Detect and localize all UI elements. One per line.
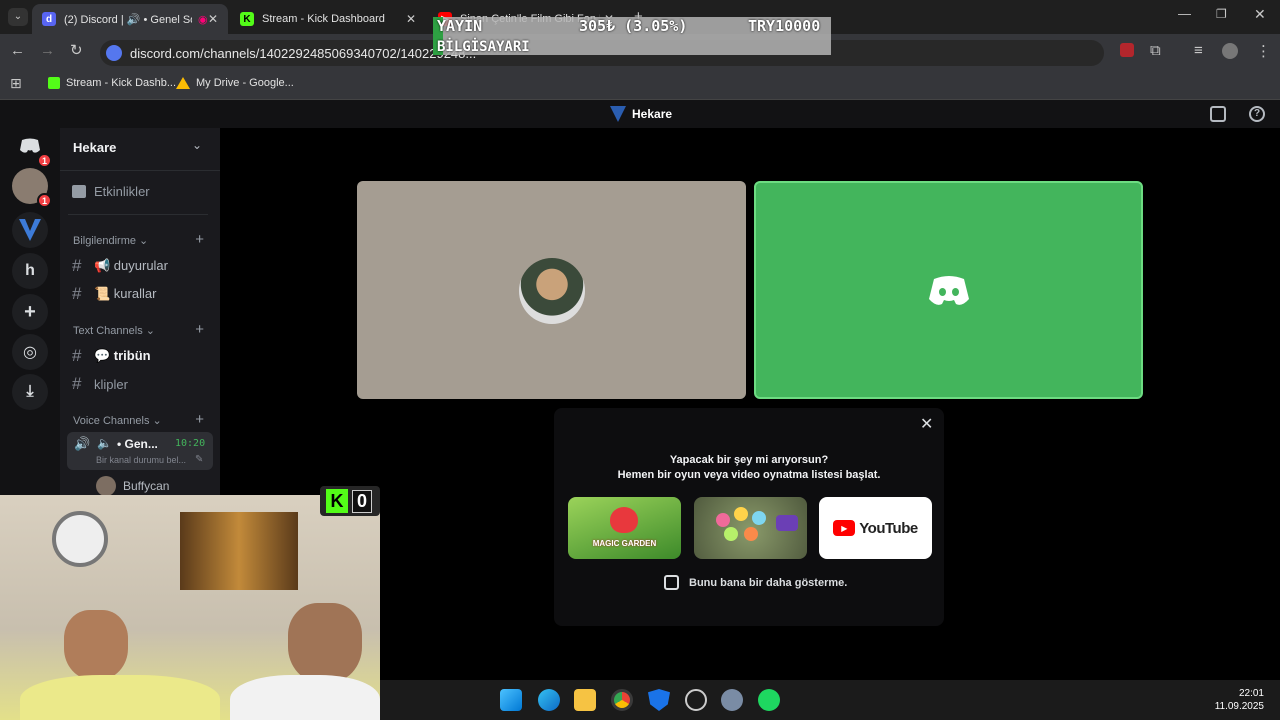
person-right bbox=[288, 603, 362, 683]
clock: 22:01 11.09.2025 bbox=[1214, 688, 1264, 712]
forward-icon[interactable]: → bbox=[40, 42, 55, 59]
edit-pencil-icon[interactable]: ✎ bbox=[195, 454, 203, 465]
hash-icon: # bbox=[72, 346, 82, 365]
channel-tribun[interactable]: # 💬 tribün bbox=[72, 346, 151, 366]
reload-icon[interactable]: ↻ bbox=[70, 41, 83, 59]
inbox-icon[interactable] bbox=[1210, 106, 1226, 122]
site-info-icon[interactable] bbox=[106, 45, 122, 61]
server-logo-icon bbox=[610, 106, 626, 122]
tab-search-button[interactable]: ⌄ bbox=[8, 8, 28, 26]
category-text[interactable]: Text Channels ⌄ bbox=[73, 324, 155, 337]
person-left-shirt bbox=[20, 675, 220, 720]
edge-icon[interactable] bbox=[538, 689, 560, 711]
bookmarks-bar: ⊞ Stream - Kick Dashb... My Drive - Goog… bbox=[0, 70, 1280, 100]
events-item[interactable]: Etkinlikler bbox=[72, 184, 150, 199]
server-hekare[interactable] bbox=[12, 212, 48, 248]
recording-icon: ◉ bbox=[198, 13, 208, 26]
server-name-header[interactable]: Hekare bbox=[73, 140, 116, 155]
minimize-icon[interactable]: — bbox=[1178, 6, 1191, 21]
start-icon[interactable] bbox=[500, 689, 522, 711]
kick-logo-icon: K bbox=[326, 489, 348, 513]
tab-label: Stream - Kick Dashboard bbox=[262, 13, 385, 25]
drive-bookmark-icon bbox=[176, 77, 190, 89]
youtube-play-icon: ▶ bbox=[833, 520, 856, 536]
server-h[interactable]: h bbox=[12, 253, 48, 289]
hash-icon: # bbox=[72, 284, 82, 303]
hash-icon: # bbox=[72, 374, 82, 393]
bookmark-drive[interactable]: My Drive - Google... bbox=[176, 77, 294, 89]
download-icon[interactable]: ⤓ bbox=[12, 374, 48, 410]
tab-discord[interactable]: d (2) Discord | 🔊 • Genel Sol ◉ ✕ bbox=[32, 4, 228, 34]
add-channel-icon[interactable]: + bbox=[195, 321, 204, 338]
media-control-icon[interactable]: ≡ bbox=[1194, 42, 1203, 59]
dont-show-row[interactable]: Bunu bana bir daha gösterme. bbox=[664, 575, 847, 590]
person-right-shirt bbox=[230, 675, 380, 720]
speaker-green-icon: 🔊 bbox=[74, 436, 91, 451]
discord-home-icon[interactable]: 1 bbox=[12, 128, 52, 168]
channel-kurallar[interactable]: # 📜 kurallar bbox=[72, 284, 156, 304]
discord-favicon-icon: d bbox=[42, 12, 56, 26]
participant-tile-user[interactable] bbox=[357, 181, 746, 399]
wall-clock bbox=[52, 511, 108, 567]
chevron-down-icon[interactable]: ⌄ bbox=[192, 138, 202, 152]
settings-icon[interactable] bbox=[721, 689, 743, 711]
activity-magic-garden[interactable]: MAGIC GARDEN bbox=[568, 497, 681, 559]
voice-channel-active[interactable]: 🔊 🔈 • Gen... 10:20 Bir kanal durumu bel.… bbox=[67, 432, 213, 470]
close-window-icon[interactable]: ✕ bbox=[1254, 6, 1266, 23]
activity-youtube[interactable]: ▶ YouTube bbox=[819, 497, 932, 559]
add-channel-icon[interactable]: + bbox=[195, 231, 204, 248]
apps-grid-icon[interactable]: ⊞ bbox=[10, 75, 22, 92]
chrome-icon[interactable] bbox=[611, 689, 633, 711]
back-icon[interactable]: ← bbox=[10, 42, 25, 59]
kick-bookmark-icon bbox=[48, 77, 60, 89]
hash-icon: # bbox=[72, 256, 82, 275]
channel-klipler[interactable]: # klipler bbox=[72, 374, 128, 394]
close-tab-icon[interactable]: ✕ bbox=[208, 12, 218, 26]
activity-subheading: Hemen bir oyun veya video oynatma listes… bbox=[617, 469, 881, 481]
extensions-puzzle-icon[interactable]: ⧉ bbox=[1150, 42, 1161, 59]
activity-puzzle-game[interactable] bbox=[694, 497, 807, 559]
add-server-icon[interactable]: + bbox=[12, 294, 48, 330]
person-left bbox=[64, 610, 128, 680]
activity-heading: Yapacak bir şey mi arıyorsun? bbox=[669, 454, 829, 466]
profile-avatar[interactable] bbox=[1222, 43, 1238, 59]
menu-kebab-icon[interactable]: ⋮ bbox=[1256, 42, 1271, 60]
category-voice[interactable]: Voice Channels ⌄ bbox=[73, 414, 162, 427]
participant-tile-discord[interactable] bbox=[754, 181, 1143, 399]
discover-icon[interactable]: ◎ bbox=[12, 334, 48, 370]
donation-goal-overlay: YAYIN BİLGİSAYARI 305₺ (3.05%) TRY10000 bbox=[433, 17, 831, 55]
discord-logo-icon bbox=[929, 276, 969, 305]
maximize-icon[interactable]: ❐ bbox=[1216, 7, 1227, 21]
tab-kick[interactable]: K Stream - Kick Dashboard ✕ bbox=[230, 4, 426, 34]
webcam-overlay bbox=[0, 495, 380, 720]
bookmark-kick[interactable]: Stream - Kick Dashb... bbox=[48, 77, 176, 89]
app-icon[interactable] bbox=[685, 689, 707, 711]
extension-red-icon[interactable] bbox=[1120, 43, 1134, 57]
server-avatar-1[interactable]: 1 bbox=[12, 168, 52, 208]
avatar bbox=[519, 258, 585, 324]
discord-title-bar: Hekare ? bbox=[0, 100, 1280, 128]
close-icon[interactable]: ✕ bbox=[920, 414, 933, 434]
spotify-icon[interactable] bbox=[758, 689, 780, 711]
avatar bbox=[96, 476, 116, 496]
kick-favicon-icon: K bbox=[240, 12, 254, 26]
calendar-icon bbox=[72, 185, 86, 198]
tab-label: (2) Discord | 🔊 • Genel Sol bbox=[64, 13, 192, 26]
file-explorer-icon[interactable] bbox=[574, 689, 596, 711]
help-icon[interactable]: ? bbox=[1249, 106, 1265, 122]
poster bbox=[180, 512, 298, 590]
kick-counter: K 0 bbox=[320, 486, 380, 516]
speaker-icon: 🔈 bbox=[97, 436, 112, 450]
server-title: Hekare bbox=[610, 106, 672, 122]
strawberry-icon bbox=[610, 507, 638, 533]
checkbox[interactable] bbox=[664, 575, 679, 590]
channel-duyurular[interactable]: # 📢 duyurular bbox=[72, 256, 168, 276]
add-channel-icon[interactable]: + bbox=[195, 411, 204, 428]
close-tab-icon[interactable]: ✕ bbox=[406, 12, 416, 26]
voice-user-buffycan[interactable]: Buffycan bbox=[96, 476, 169, 496]
category-info[interactable]: Bilgilendirme ⌄ bbox=[73, 234, 148, 247]
url-text: discord.com/channels/1402292485069340702… bbox=[130, 45, 477, 61]
